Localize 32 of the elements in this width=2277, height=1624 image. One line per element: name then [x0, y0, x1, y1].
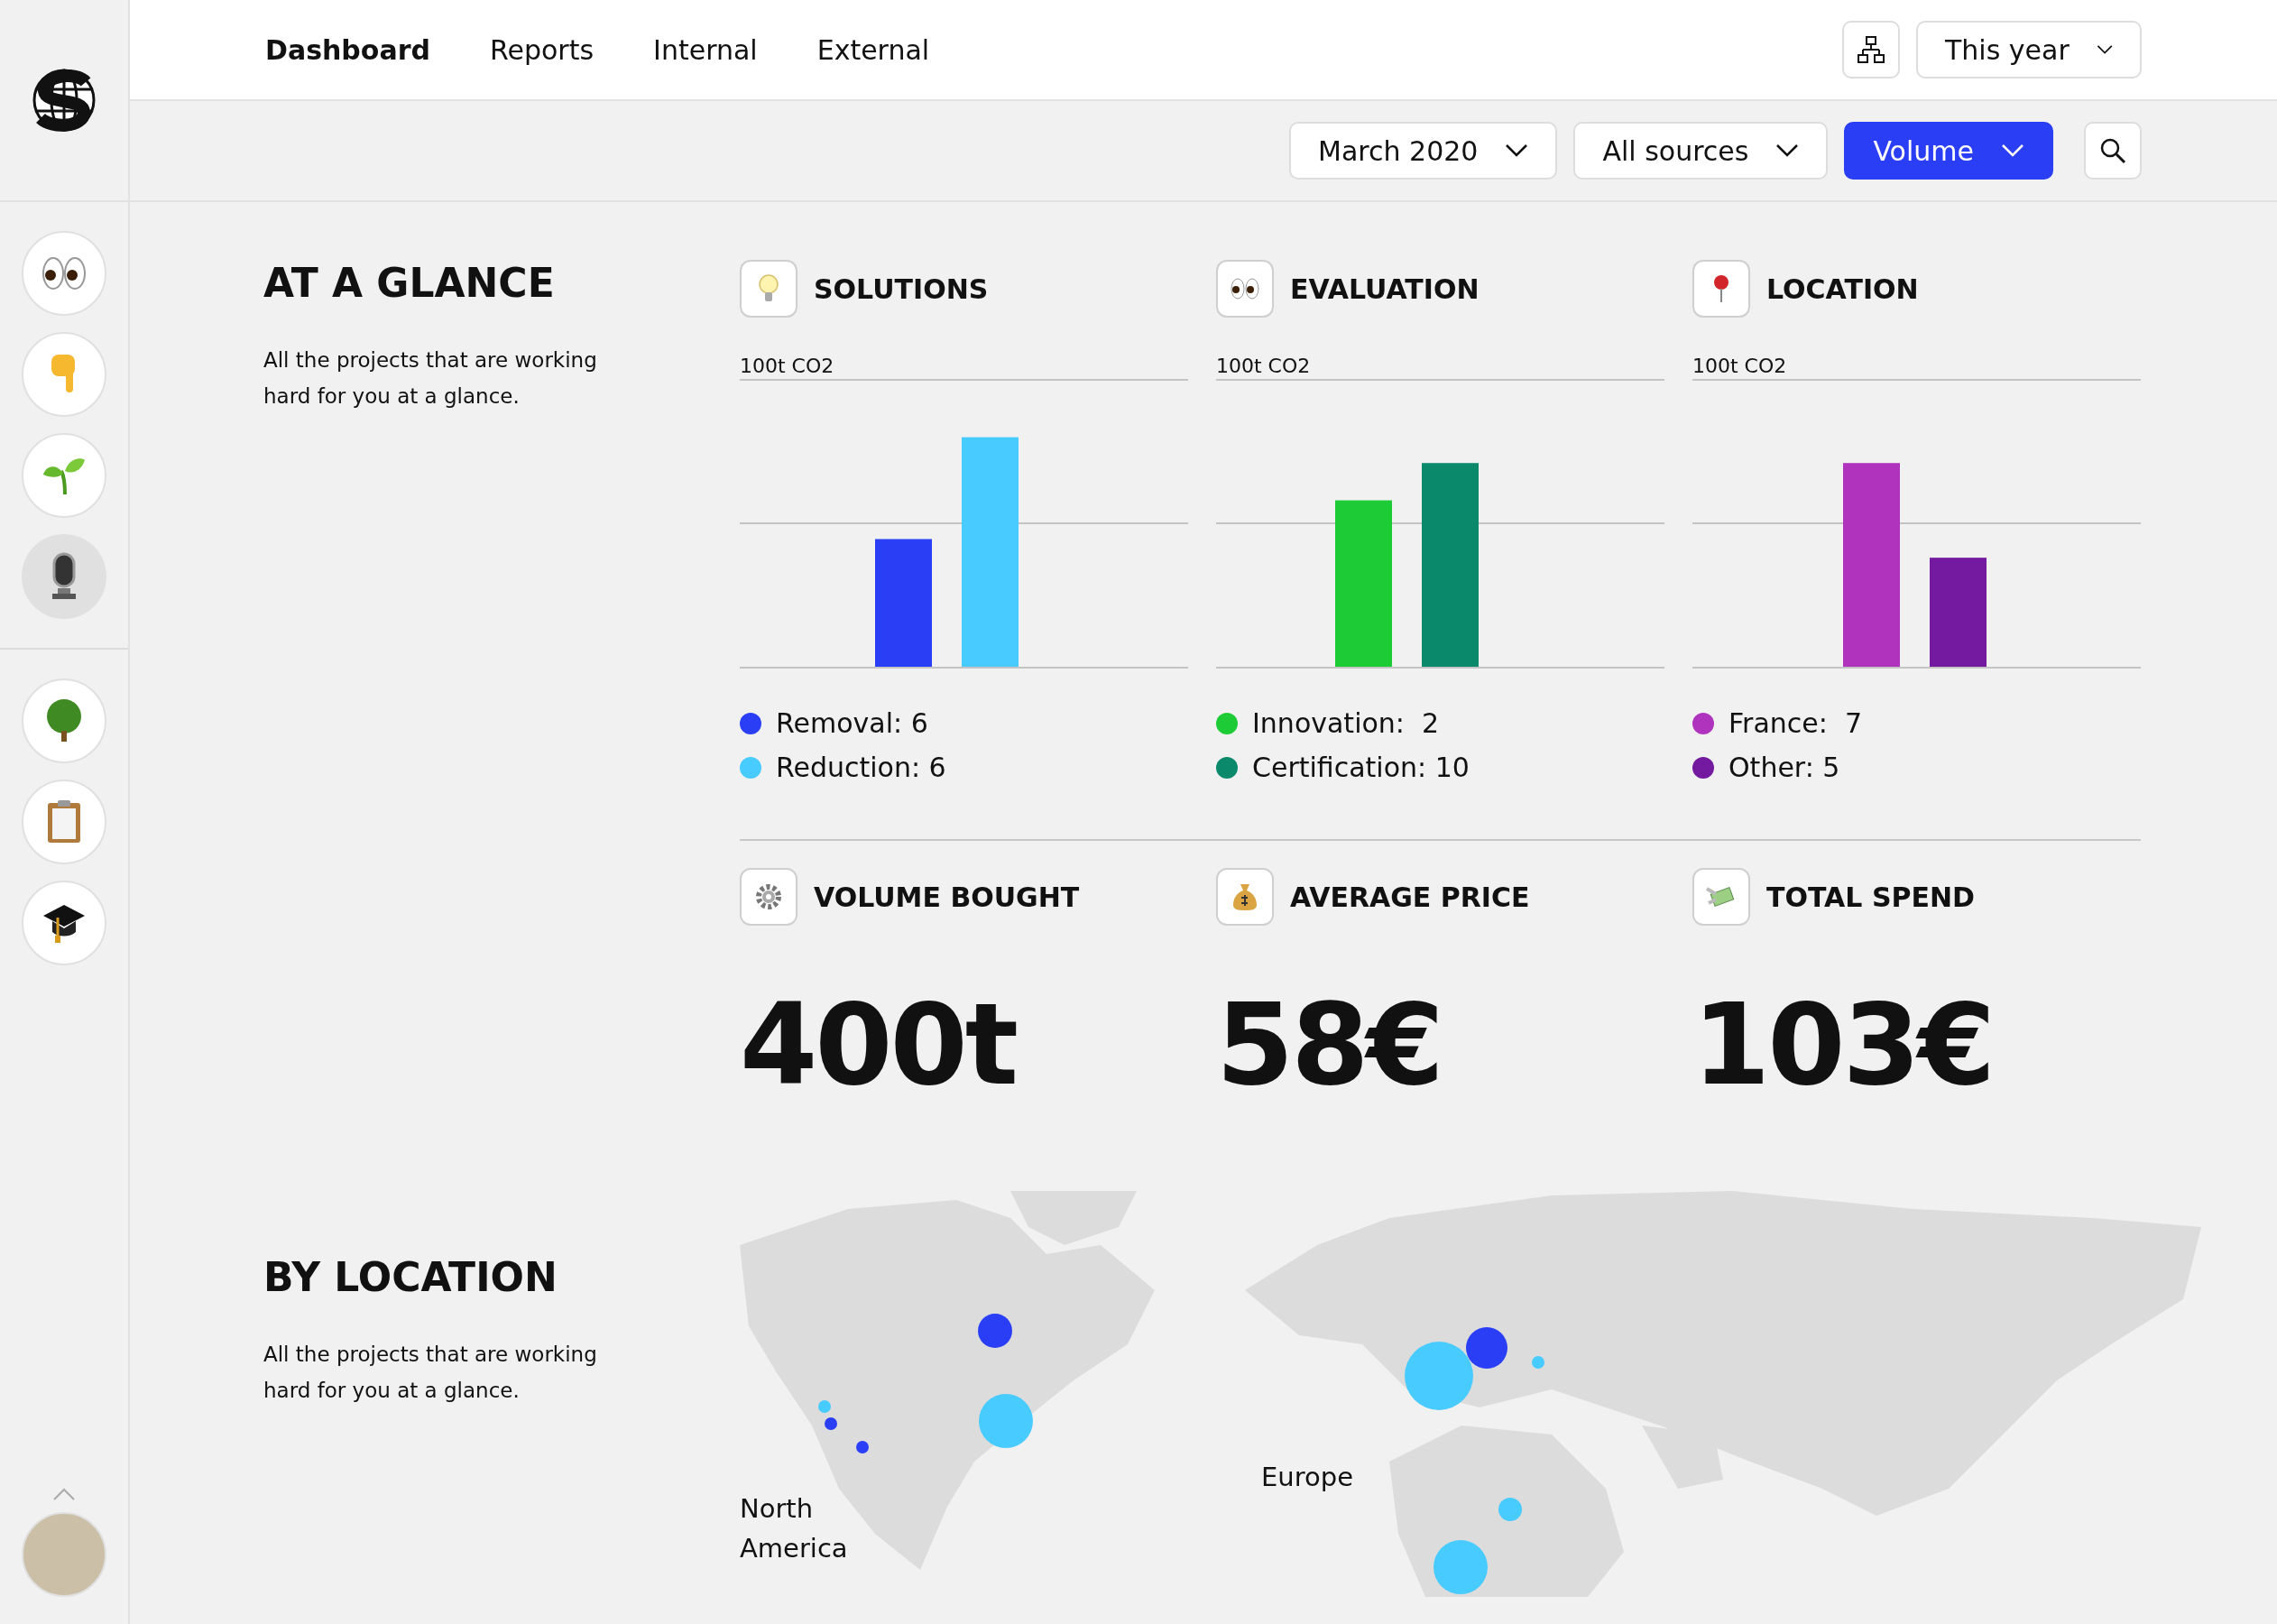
legend-label: Certification: 10	[1252, 752, 1470, 783]
card-title: SOLUTIONS	[814, 272, 989, 305]
axis-label: 100t CO2	[740, 354, 835, 379]
section-title: BY LOCATION	[263, 1254, 558, 1300]
metric-title: AVERAGE PRICE	[1290, 881, 1530, 913]
metric-value: 58€	[1216, 980, 1443, 1110]
legend-label: Other: 5	[1728, 752, 1840, 783]
metric-title: TOTAL SPEND	[1766, 881, 1975, 913]
card-title: EVALUATION	[1290, 272, 1480, 305]
map-region-label: Europe	[1261, 1461, 1353, 1494]
card-title: LOCATION	[1766, 272, 1919, 305]
metric-value: 103€	[1692, 980, 1995, 1110]
filter-dropdown[interactable]: Volume	[1844, 122, 2053, 180]
section-description: All the projects that are working hard for you at a glance.	[263, 1342, 598, 1404]
legend-label: Innovation: 2	[1252, 707, 1440, 739]
metric-value: 400t	[740, 980, 1018, 1110]
legend-label: France: 7	[1728, 707, 1863, 739]
metric-title: VOLUME BOUGHT	[814, 881, 1080, 913]
axis-label: 100t CO2	[1692, 354, 1788, 379]
section-description: All the projects that are working hard for you at a glance.	[263, 347, 598, 410]
nav-tab[interactable]: Dashboard	[265, 33, 430, 66]
nav-tab[interactable]: Internal	[653, 33, 758, 66]
legend-label: Reduction: 6	[776, 752, 946, 783]
legend-label: Removal: 6	[776, 707, 928, 739]
nav-tab[interactable]: Reports	[489, 33, 595, 66]
period-dropdown[interactable]: This year	[1916, 21, 2142, 78]
nav-tab[interactable]: External	[816, 33, 930, 66]
map-region-label: North America	[740, 1492, 849, 1565]
section-title: AT A GLANCE	[263, 260, 556, 306]
axis-label: 100t CO2	[1216, 354, 1312, 379]
filter-dropdown[interactable]: All sources	[1573, 122, 1829, 180]
filter-dropdown[interactable]: March 2020	[1289, 122, 1558, 180]
